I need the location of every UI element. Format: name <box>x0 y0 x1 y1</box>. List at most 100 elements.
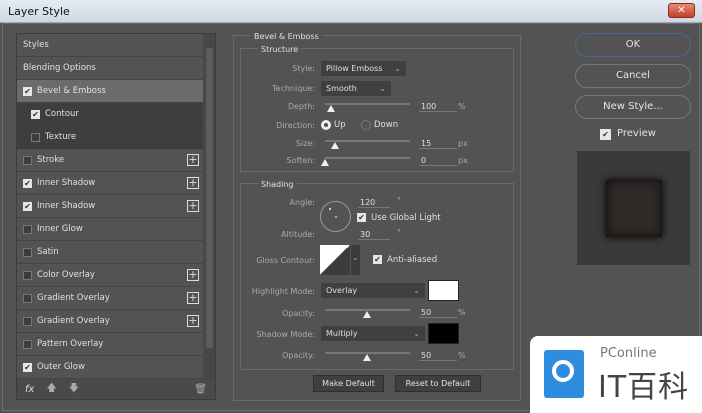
new-style-button[interactable]: New Style... <box>575 95 691 119</box>
soften-input[interactable]: 0 <box>419 156 457 166</box>
highlight-mode-select[interactable]: Overlay ⌄ <box>321 283 425 298</box>
shadow-opacity-unit: % <box>458 351 466 360</box>
make-default-button[interactable]: Make Default <box>313 375 384 392</box>
checkbox[interactable] <box>31 132 40 142</box>
global-light-label: Use Global Light <box>371 213 441 223</box>
sidebar-item-label: Styles <box>23 40 49 50</box>
checkbox[interactable] <box>23 339 32 349</box>
sidebar-item-label: Inner Shadow <box>37 201 96 211</box>
anti-aliased-label: Anti-aliased <box>387 255 438 265</box>
chevron-down-icon[interactable]: ⌄ <box>351 245 360 275</box>
global-light-checkbox[interactable]: ✔ <box>357 213 366 222</box>
sidebar-item[interactable]: Texture <box>17 126 203 149</box>
shadow-opacity-input[interactable]: 50 <box>419 351 457 361</box>
soften-label: Soften: <box>286 156 315 165</box>
soften-slider[interactable] <box>321 157 410 166</box>
checkbox[interactable]: ✔ <box>23 178 32 188</box>
sidebar-item-label: Satin <box>37 247 59 257</box>
move-up-icon[interactable]: 🡅 <box>46 381 56 398</box>
sidebar-item[interactable]: ✔ Outer Glow <box>17 356 203 379</box>
move-down-icon[interactable]: 🡇 <box>69 381 79 398</box>
shading-group <box>240 183 514 370</box>
preview-label: Preview <box>617 128 656 139</box>
checkbox[interactable] <box>23 270 32 280</box>
sidebar-item[interactable]: Blending Options <box>17 57 203 80</box>
styles-list: Styles Blending Options ✔ Bevel & Emboss ✔ Co… <box>16 33 216 400</box>
sidebar-item-label: Gradient Overlay <box>37 293 110 303</box>
shadow-opacity-label: Opacity: <box>282 351 315 360</box>
preview-checkbox[interactable]: ✔ <box>600 129 611 140</box>
anti-aliased-checkbox[interactable]: ✔ <box>373 255 382 264</box>
depth-input[interactable]: 100 <box>419 102 457 112</box>
checkbox[interactable] <box>23 224 32 234</box>
checkbox[interactable]: ✔ <box>23 86 32 96</box>
depth-slider[interactable] <box>325 103 410 112</box>
sidebar-item[interactable]: Styles <box>17 34 203 57</box>
checkbox[interactable]: ✔ <box>23 201 32 211</box>
size-input[interactable]: 15 <box>419 139 457 149</box>
checkbox[interactable] <box>23 155 32 165</box>
shadow-mode-select[interactable]: Multiply ⌄ <box>321 326 425 341</box>
radio-down[interactable] <box>361 120 371 130</box>
scrollbar-thumb[interactable] <box>206 48 213 348</box>
add-icon[interactable]: + <box>187 269 199 281</box>
size-slider[interactable] <box>325 140 410 149</box>
add-icon[interactable]: + <box>187 292 199 304</box>
scrollbar[interactable] <box>204 34 215 379</box>
add-icon[interactable]: + <box>187 177 199 189</box>
sidebar-item[interactable]: Pattern Overlay <box>17 333 203 356</box>
watermark-cn: IT百科 <box>598 370 690 405</box>
angle-dial[interactable] <box>320 201 351 232</box>
radio-up[interactable] <box>321 120 331 130</box>
chevron-down-icon: ⌄ <box>413 286 420 295</box>
shadow-opacity-slider[interactable] <box>325 352 410 361</box>
sidebar-item[interactable]: Color Overlay + <box>17 264 203 287</box>
highlight-opacity-input[interactable]: 50 <box>419 308 457 318</box>
sidebar-item-label: Stroke <box>37 155 65 165</box>
cancel-button[interactable]: Cancel <box>575 64 691 88</box>
add-icon[interactable]: + <box>187 315 199 327</box>
checkbox[interactable] <box>23 293 32 303</box>
technique-select[interactable]: Smooth ⌄ <box>321 81 391 96</box>
angle-label: Angle: <box>289 198 315 207</box>
close-button[interactable]: ✕ <box>668 3 695 18</box>
sidebar-item[interactable]: Stroke + <box>17 149 203 172</box>
sidebar-item[interactable]: Gradient Overlay + <box>17 287 203 310</box>
highlight-color-swatch[interactable] <box>428 280 459 301</box>
add-icon[interactable]: + <box>187 154 199 166</box>
sidebar-item[interactable]: ✔ Inner Shadow + <box>17 172 203 195</box>
angle-input[interactable]: 120 <box>358 198 390 208</box>
fx-icon[interactable]: fx <box>25 384 34 395</box>
sidebar-item[interactable]: ✔ Inner Shadow + <box>17 195 203 218</box>
slider-knob <box>327 105 335 112</box>
checkbox[interactable] <box>23 316 32 326</box>
checkbox[interactable]: ✔ <box>23 362 32 372</box>
gloss-contour-label: Gloss Contour: <box>256 256 315 265</box>
checkbox[interactable]: ✔ <box>31 109 40 119</box>
soften-unit: px <box>458 156 468 165</box>
add-icon[interactable]: + <box>187 200 199 212</box>
reset-default-button[interactable]: Reset to Default <box>395 375 481 392</box>
watermark: PConline IT百科 <box>530 336 702 413</box>
size-label: Size: <box>295 139 315 148</box>
sidebar-item-label: Texture <box>45 132 77 142</box>
altitude-input[interactable]: 30 <box>358 230 390 240</box>
trash-icon[interactable]: 🗑 <box>194 384 207 395</box>
checkbox[interactable] <box>23 247 32 257</box>
gloss-contour-swatch[interactable] <box>320 245 350 275</box>
radio-up-label: Up <box>334 120 346 130</box>
shadow-color-swatch[interactable] <box>428 323 459 344</box>
chevron-down-icon: ⌄ <box>413 329 420 338</box>
shadow-mode-label: Shadow Mode: <box>256 330 315 339</box>
altitude-label: Altitude: <box>281 230 315 239</box>
sidebar-item[interactable]: Inner Glow <box>17 218 203 241</box>
style-select[interactable]: Pillow Emboss ⌄ <box>321 61 406 76</box>
highlight-opacity-slider[interactable] <box>325 309 410 318</box>
chevron-down-icon: ⌄ <box>394 64 401 73</box>
sidebar-item[interactable]: ✔ Bevel & Emboss <box>17 80 203 103</box>
sidebar-item[interactable]: Gradient Overlay + <box>17 310 203 333</box>
sidebar-item-label: Gradient Overlay <box>37 316 110 326</box>
sidebar-item[interactable]: Satin <box>17 241 203 264</box>
ok-button[interactable]: OK <box>575 33 691 57</box>
sidebar-item[interactable]: ✔ Contour <box>17 103 203 126</box>
